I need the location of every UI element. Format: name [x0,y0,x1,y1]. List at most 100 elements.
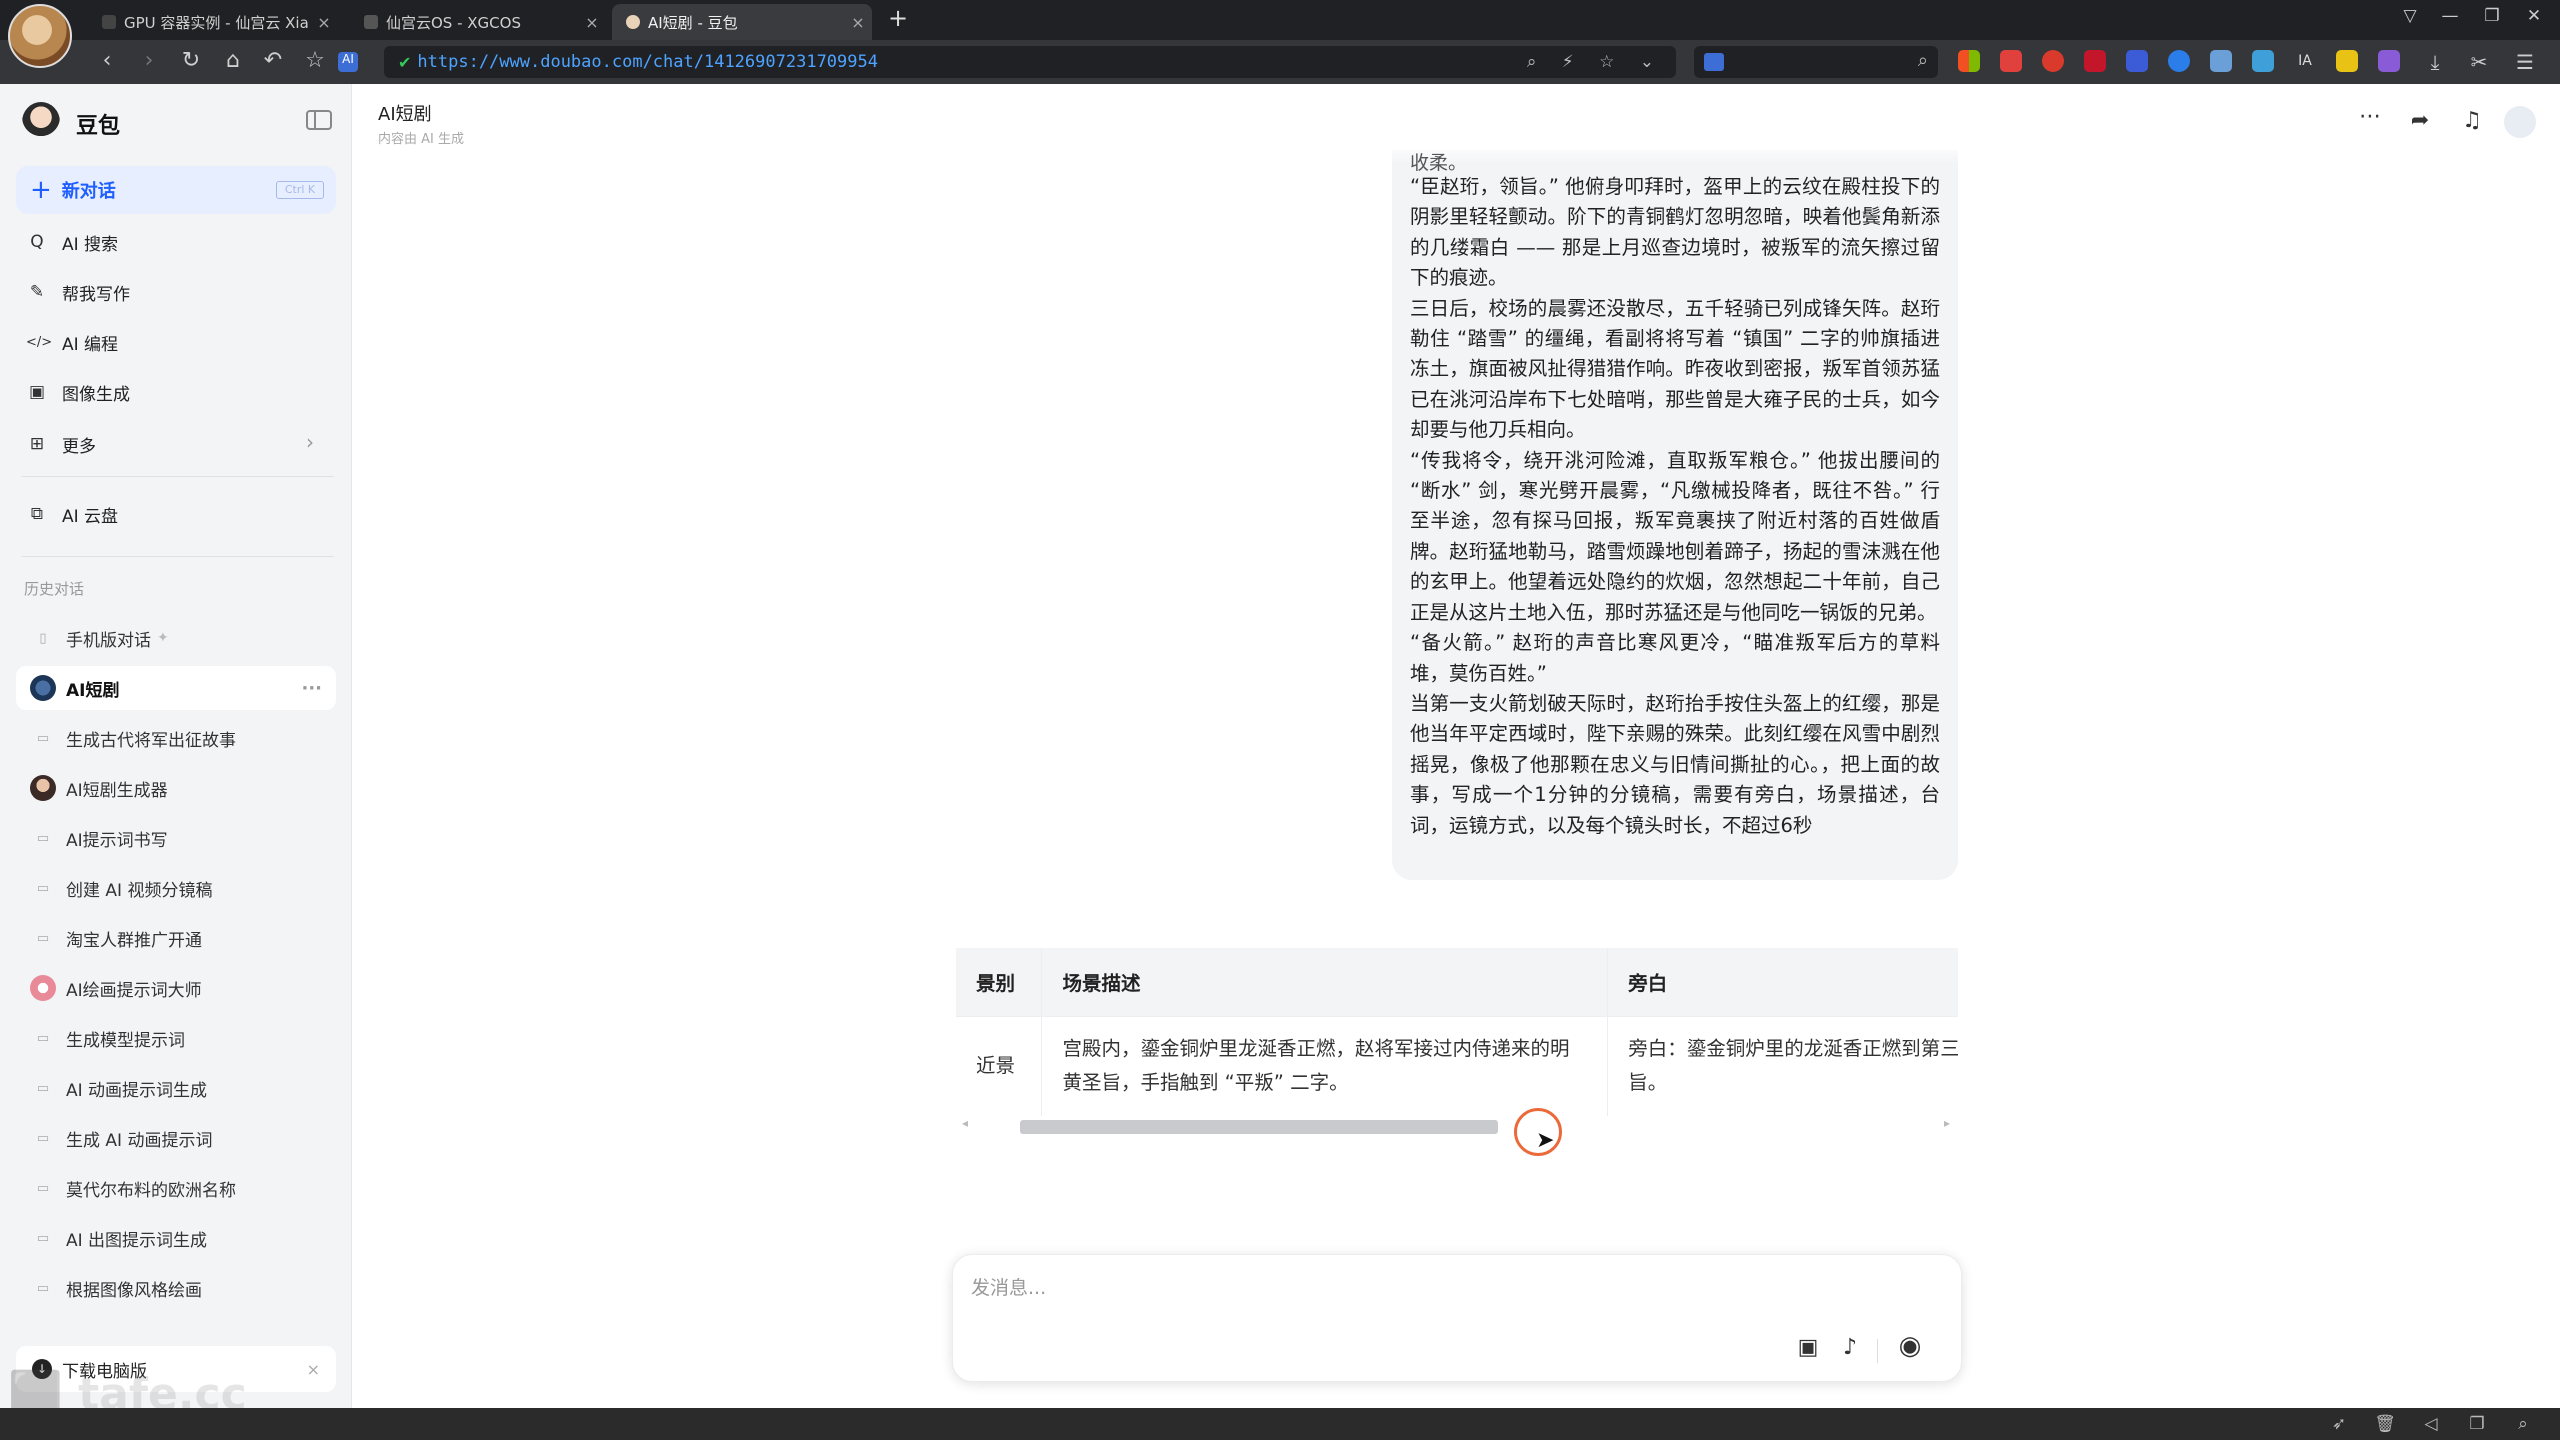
microphone-icon[interactable]: ♪ [1835,1335,1865,1360]
close-icon[interactable]: × [307,1360,320,1379]
volume-icon[interactable]: ◁ [2416,1414,2446,1434]
sidebar-item-image-gen[interactable]: ▣ 图像生成 [26,374,130,410]
extension-icon[interactable] [2126,50,2148,72]
table: 景别 场景描述 旁白 近景 宫殿内，鎏金铜炉里龙涎香正燃，赵将军接过内侍递来的明… [956,948,1958,1116]
bookmark-star-icon[interactable]: ☆ [298,48,332,73]
rocket-icon[interactable]: ➶ [2324,1414,2354,1434]
more-options-icon[interactable]: ⋯ [2354,104,2386,129]
history-item[interactable]: ▭ 淘宝人群推广开通 [16,916,336,960]
restore-icon[interactable]: ❐ [2472,6,2512,26]
window-icon[interactable]: ❐ [2462,1414,2492,1434]
browser-profile-avatar[interactable] [8,4,72,68]
scrollbar-thumb[interactable] [1020,1120,1498,1134]
extension-icon[interactable] [2042,50,2064,72]
extension-icon[interactable] [2252,50,2274,72]
chat-title: AI短剧 [378,104,432,125]
history-item-active[interactable]: AI短剧 ··· [16,666,336,710]
more-options-icon[interactable]: ··· [301,678,322,699]
browser-search-box[interactable]: ⌕ [1694,46,1938,78]
message-paragraph: 三日后，校场的晨雾还没散尽，五千轻骑已列成锋矢阵。赵珩勒住 “踏雪” 的缰绳，看… [1410,296,1940,442]
download-icon[interactable]: ⤓ [2424,50,2446,74]
ai-extension-icon[interactable]: AI [338,52,358,72]
menu-icon[interactable]: ☰ [2514,50,2536,74]
history-item[interactable]: ▭ 莫代尔布料的欧洲名称 [16,1166,336,1210]
scissors-icon[interactable]: ✂ [2468,50,2490,74]
minimize-icon[interactable]: — [2430,6,2470,26]
back-icon[interactable]: ‹ [90,48,124,73]
history-item[interactable]: AI绘画提示词大师 [16,966,336,1010]
pin-window-icon[interactable]: ▽ [2390,6,2430,26]
close-icon[interactable]: × [578,13,606,32]
new-tab-button[interactable]: + [884,4,912,36]
close-icon[interactable]: × [844,13,872,32]
extension-icon[interactable] [2084,50,2106,72]
column-header: 旁白 [1607,948,1958,1016]
sidebar-item-writing[interactable]: ✎ 帮我写作 [26,274,130,310]
window-close-icon[interactable]: ✕ [2514,6,2554,26]
browser-statusbar: ➶ 🗑︎ ◁ ❐ ⌕ [0,1408,2560,1440]
history-item[interactable]: ▭ AI 动画提示词生成 [16,1066,336,1110]
scroll-right-arrow-icon[interactable]: ▸ [1944,1116,1950,1130]
extension-icon[interactable] [2378,50,2400,72]
chevron-right-icon: › [306,430,314,454]
sidebar-item-coding[interactable]: </> AI 编程 [26,324,118,360]
address-tools[interactable]: ⌕ ⚡ ☆ ⌄ [1527,52,1676,72]
bell-icon[interactable]: ♫ [2456,108,2488,133]
cloud-drive-icon: ⧉ [30,504,44,524]
secure-lock-icon: ✔ [398,52,412,72]
address-bar[interactable]: ✔ https://www.doubao.com/chat/1412690723… [384,46,1676,78]
history-item[interactable]: ▭ 生成模型提示词 [16,1016,336,1060]
history-item[interactable]: ▭ 根据图像风格绘画 [16,1266,336,1310]
history-item[interactable]: ▯ 手机版对话 ✦ [16,616,336,660]
user-avatar[interactable] [2504,106,2536,138]
sidebar-item-ai-search[interactable]: Q AI 搜索 [26,224,118,260]
tab-ai-duanju[interactable]: AI短剧 - 豆包 × [612,4,872,40]
history-item[interactable]: ▭ 创建 AI 视频分镜稿 [16,866,336,910]
scroll-left-arrow-icon[interactable]: ◂ [962,1116,968,1130]
close-icon[interactable]: × [310,13,338,32]
new-chat-button[interactable]: + 新对话 Ctrl K [16,166,336,214]
share-icon[interactable]: ➦ [2404,108,2436,133]
history-item[interactable]: ▭ 生成 AI 动画提示词 [16,1116,336,1160]
history-item[interactable]: ▭ AI提示词书写 [16,816,336,860]
search-icon[interactable]: ⌕ [2508,1414,2538,1434]
search-icon[interactable]: ⌕ [1918,50,1928,71]
chat-icon: ▭ [36,1080,50,1096]
history-item[interactable]: ▭ 生成古代将军出征故事 [16,716,336,760]
table-cell: 近景 [956,1015,1043,1116]
avatar-icon [30,775,56,801]
trash-icon[interactable]: 🗑︎ [2370,1414,2400,1434]
extension-icon[interactable] [2210,50,2232,72]
message-paragraph: “臣赵珩，领旨。” 他俯身叩拜时，盔甲上的云纹在殿柱投下的阴影里轻轻颤动。阶下的… [1410,175,1940,290]
sidebar: 豆包 + 新对话 Ctrl K Q AI 搜索 ✎ 帮我写作 </> AI 编程… [0,84,352,1408]
browser-titlebar: GPU 容器实例 - 仙宫云 Xian × 仙宫云OS - XGCOS × AI… [0,0,2560,68]
message-input[interactable] [971,1271,1871,1305]
history-item[interactable]: AI短剧生成器 [16,766,336,810]
chat-icon: ▭ [36,1230,50,1246]
image-upload-icon[interactable]: ▣ [1793,1335,1823,1360]
history-item[interactable]: ▭ AI 出图提示词生成 [16,1216,336,1260]
sidebar-collapse-icon[interactable] [306,110,332,130]
extension-icon[interactable]: IA [2294,50,2316,72]
extension-icon[interactable] [2168,50,2190,72]
table-row: 近景 宫殿内，鎏金铜炉里龙涎香正燃，赵将军接过内侍递来的明黄圣旨，手指触到 “平… [956,1015,1958,1116]
sidebar-item-more[interactable]: ⊞ 更多 [26,426,96,462]
storyboard-table[interactable]: 景别 场景描述 旁白 近景 宫殿内，鎏金铜炉里龙涎香正燃，赵将军接过内侍递来的明… [956,948,1958,1118]
tab-gpu-cloud[interactable]: GPU 容器实例 - 仙宫云 Xian × [88,4,338,40]
chat-icon: ▭ [36,880,50,896]
url-text[interactable]: https://www.doubao.com/chat/141269072317… [417,52,878,72]
reload-icon[interactable]: ↻ [174,48,208,73]
table-cell: 宫殿内，鎏金铜炉里龙涎香正燃，赵将军接过内侍递来的明黄圣旨，手指触到 “平叛” … [1041,1015,1609,1116]
message-paragraph: “传我将令，绕开洮河险滩，直取叛军粮仓。” 他拔出腰间的 “断水” 剑，寒光劈开… [1410,448,1940,624]
extension-icon[interactable] [2000,50,2022,72]
tab-xgcos[interactable]: 仙宫云OS - XGCOS × [350,4,606,40]
forward-icon[interactable]: › [132,48,166,73]
brand-name: 豆包 [76,114,121,139]
extension-icon[interactable] [2336,50,2358,72]
extension-icon[interactable] [1958,50,1980,72]
voice-call-icon[interactable]: ◉ [1895,1331,1925,1361]
table-horizontal-scrollbar[interactable]: ◂ ▸ [956,1116,1958,1134]
home-icon[interactable]: ⌂ [216,48,250,73]
sidebar-item-cloud[interactable]: ⧉ AI 云盘 [26,496,118,532]
undo-close-icon[interactable]: ↶ [256,48,290,73]
